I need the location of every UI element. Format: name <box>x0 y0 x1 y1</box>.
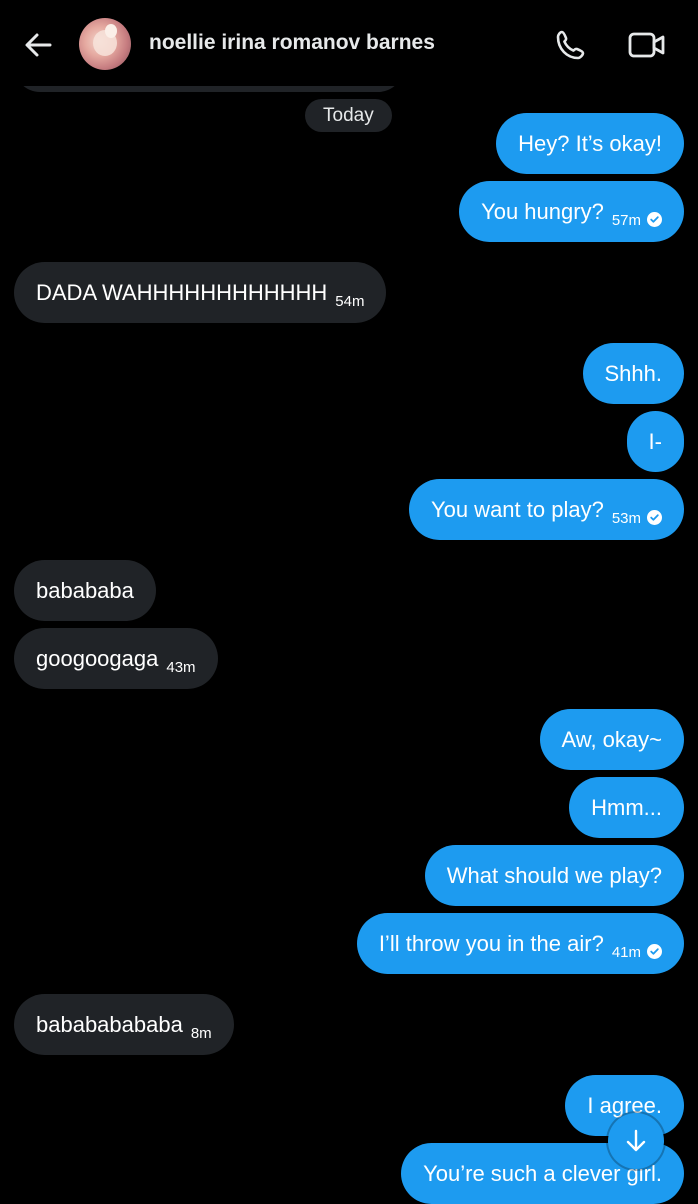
read-receipt-check-icon <box>647 510 662 525</box>
outgoing-message-bubble[interactable]: Aw, okay~ <box>539 709 684 770</box>
phone-icon[interactable] <box>554 28 588 62</box>
outgoing-message-bubble[interactable]: What should we play? <box>424 845 684 906</box>
message-text: babababababa <box>36 1012 183 1037</box>
message-timestamp: 8m <box>190 1025 212 1042</box>
outgoing-message-bubble[interactable]: Shhh. <box>582 343 684 404</box>
message-text: Shhh. <box>604 361 663 386</box>
contact-avatar[interactable] <box>79 18 131 70</box>
message-timestamp: 41m <box>611 944 641 961</box>
back-arrow-icon[interactable] <box>20 27 56 63</box>
chat-header: noellie irina romanov barnes <box>0 0 698 86</box>
read-receipt-check-icon <box>647 944 662 959</box>
read-receipt-check-icon <box>647 212 662 227</box>
incoming-message-bubble[interactable]: babababa <box>14 560 156 621</box>
incoming-message-bubble[interactable]: babababababa 8m <box>14 994 234 1055</box>
message-text: You want to play? <box>430 497 604 522</box>
scroll-to-bottom-button[interactable] <box>608 1113 664 1169</box>
message-text: Aw, okay~ <box>561 727 663 752</box>
video-camera-icon[interactable] <box>628 29 666 61</box>
message-text: Hmm... <box>591 795 662 820</box>
outgoing-message-bubble[interactable]: I- <box>626 411 684 472</box>
message-timestamp: 43m <box>166 659 196 676</box>
outgoing-message-bubble[interactable]: You want to play? 53m <box>408 479 684 540</box>
message-text: I’ll throw you in the air? <box>378 931 604 956</box>
message-timestamp: 57m <box>611 212 641 229</box>
outgoing-message-bubble[interactable]: I’ll throw you in the air? 41m <box>356 913 684 974</box>
message-timestamp: 54m <box>335 293 365 310</box>
outgoing-message-bubble[interactable]: Hey? It’s okay! <box>496 113 684 174</box>
contact-name[interactable]: noellie irina romanov barnes <box>149 31 435 55</box>
message-text: googoogaga <box>36 646 159 671</box>
incoming-message-bubble[interactable]: DADA WAHHHHHHHHHHHH 54m <box>14 262 387 323</box>
message-text: DADA WAHHHHHHHHHHHH <box>36 280 328 305</box>
message-text: I- <box>648 429 662 454</box>
date-divider: Today <box>305 99 392 132</box>
message-text: Hey? It’s okay! <box>518 131 662 156</box>
message-text: You hungry? <box>481 199 604 224</box>
message-text: What should we play? <box>446 863 662 888</box>
outgoing-message-bubble[interactable]: Hmm... <box>569 777 684 838</box>
message-timestamp: 53m <box>611 510 641 527</box>
incoming-message-bubble[interactable]: googoogaga 43m <box>14 628 218 689</box>
outgoing-message-bubble[interactable]: You hungry? 57m <box>459 181 684 242</box>
message-text: babababa <box>36 578 134 603</box>
